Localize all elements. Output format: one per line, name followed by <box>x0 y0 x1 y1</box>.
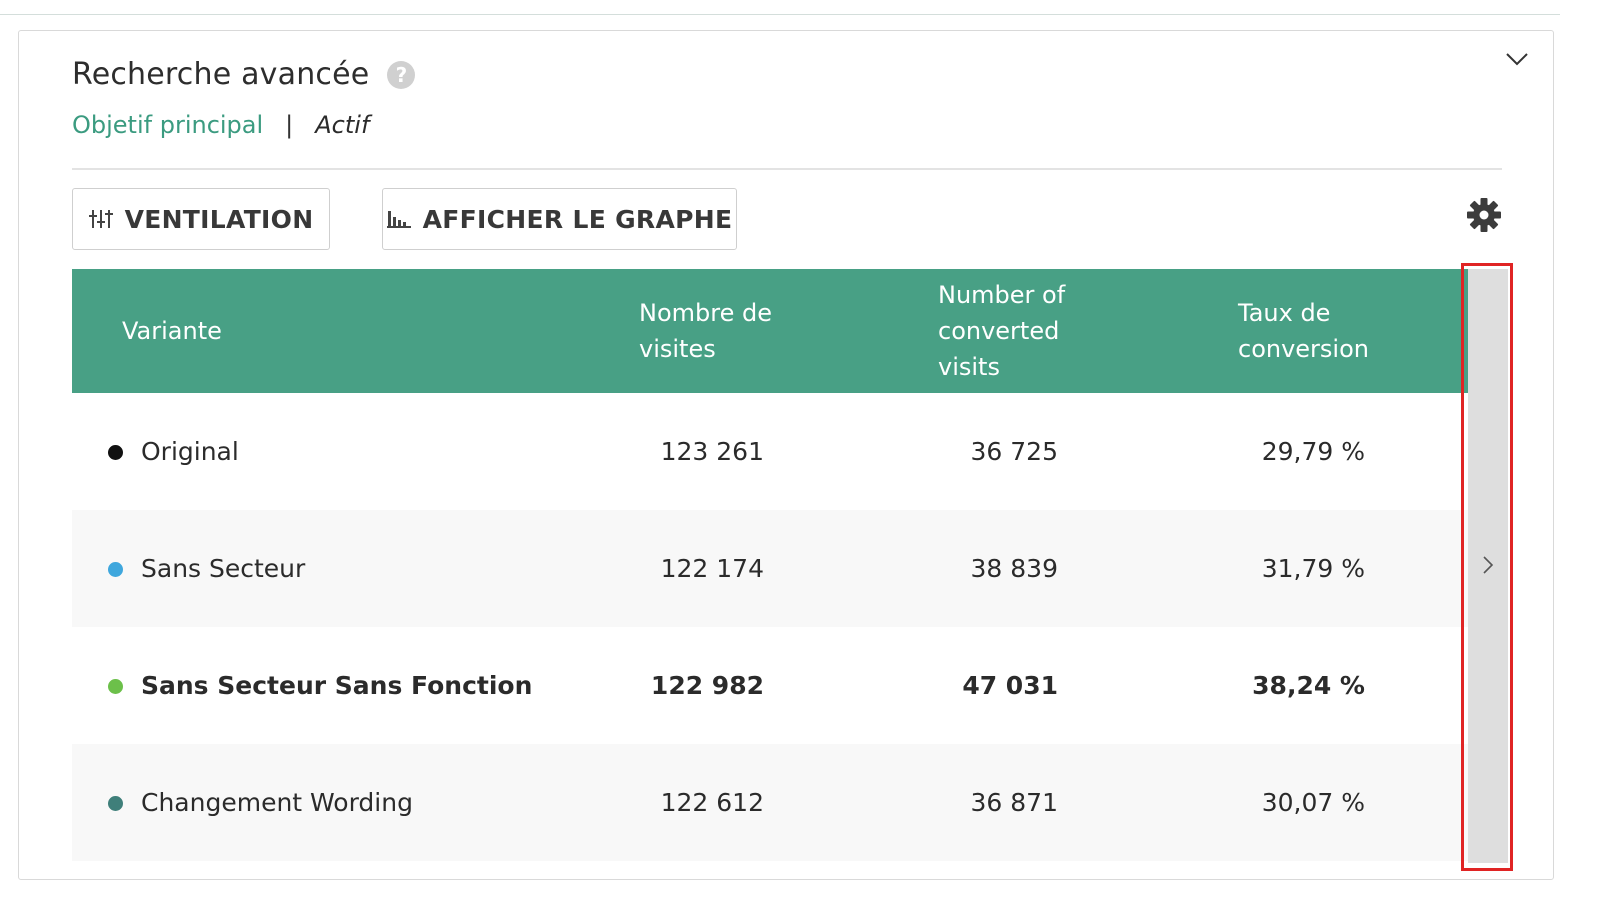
variant-color-dot <box>108 796 123 811</box>
header-variant[interactable]: Variante <box>122 313 222 349</box>
converted-value: 36 725 <box>970 437 1058 466</box>
panel-header: Recherche avancée ? <box>72 57 416 92</box>
visits-value: 122 612 <box>660 788 764 817</box>
table-scroll-right-button[interactable] <box>1468 269 1508 863</box>
header-visits[interactable]: Nombre de visites <box>639 295 819 367</box>
table-row[interactable]: Sans Secteur Sans Fonction 122 982 47 03… <box>72 627 1468 744</box>
header-divider <box>72 168 1502 170</box>
gear-icon[interactable] <box>1466 197 1502 233</box>
advanced-search-panel: Recherche avancée ? Objetif principal | … <box>18 30 1554 880</box>
top-divider <box>0 14 1560 15</box>
ventilation-label: VENTILATION <box>124 204 314 234</box>
visits-value: 122 174 <box>660 554 764 583</box>
rate-value: 29,79 % <box>1261 437 1365 466</box>
variant-color-dot <box>108 562 123 577</box>
objective-subtitle: Objetif principal | Actif <box>72 111 369 139</box>
header-conversion-rate[interactable]: Taux de conversion <box>1238 295 1418 367</box>
variant-name: Original <box>141 437 239 466</box>
rate-value: 30,07 % <box>1261 788 1365 817</box>
converted-value: 36 871 <box>970 788 1058 817</box>
variant-name: Changement Wording <box>141 788 413 817</box>
show-graph-label: AFFICHER LE GRAPHE <box>422 204 733 234</box>
variant-name: Sans Secteur Sans Fonction <box>141 671 533 700</box>
help-icon[interactable]: ? <box>387 60 416 89</box>
table-row[interactable]: Changement Wording 122 612 36 871 30,07 … <box>72 744 1468 861</box>
objective-link[interactable]: Objetif principal <box>72 111 263 139</box>
sliders-icon <box>88 210 113 228</box>
separator: | <box>285 111 294 139</box>
table-row[interactable]: Sans Secteur 122 174 38 839 31,79 % <box>72 510 1468 627</box>
panel-title: Recherche avancée <box>72 57 370 92</box>
variant-name: Sans Secteur <box>141 554 306 583</box>
objective-status: Actif <box>315 111 370 139</box>
bar-chart-icon <box>386 211 411 228</box>
converted-value: 47 031 <box>962 671 1058 700</box>
header-converted-visits[interactable]: Number of converted visits <box>938 277 1118 385</box>
variant-color-dot <box>108 679 123 694</box>
visits-value: 122 982 <box>650 671 764 700</box>
results-table: Variante Nombre de visites Number of con… <box>72 269 1468 861</box>
table-row[interactable]: Original 123 261 36 725 29,79 % <box>72 393 1468 510</box>
table-header: Variante Nombre de visites Number of con… <box>72 269 1468 393</box>
show-graph-button[interactable]: AFFICHER LE GRAPHE <box>382 188 737 250</box>
rate-value: 31,79 % <box>1261 554 1365 583</box>
rate-value: 38,24 % <box>1252 671 1365 700</box>
chevron-down-icon[interactable] <box>1505 51 1529 67</box>
variant-color-dot <box>108 445 123 460</box>
ventilation-button[interactable]: VENTILATION <box>72 188 330 250</box>
converted-value: 38 839 <box>970 554 1058 583</box>
chevron-right-icon <box>1483 556 1494 574</box>
visits-value: 123 261 <box>660 437 764 466</box>
